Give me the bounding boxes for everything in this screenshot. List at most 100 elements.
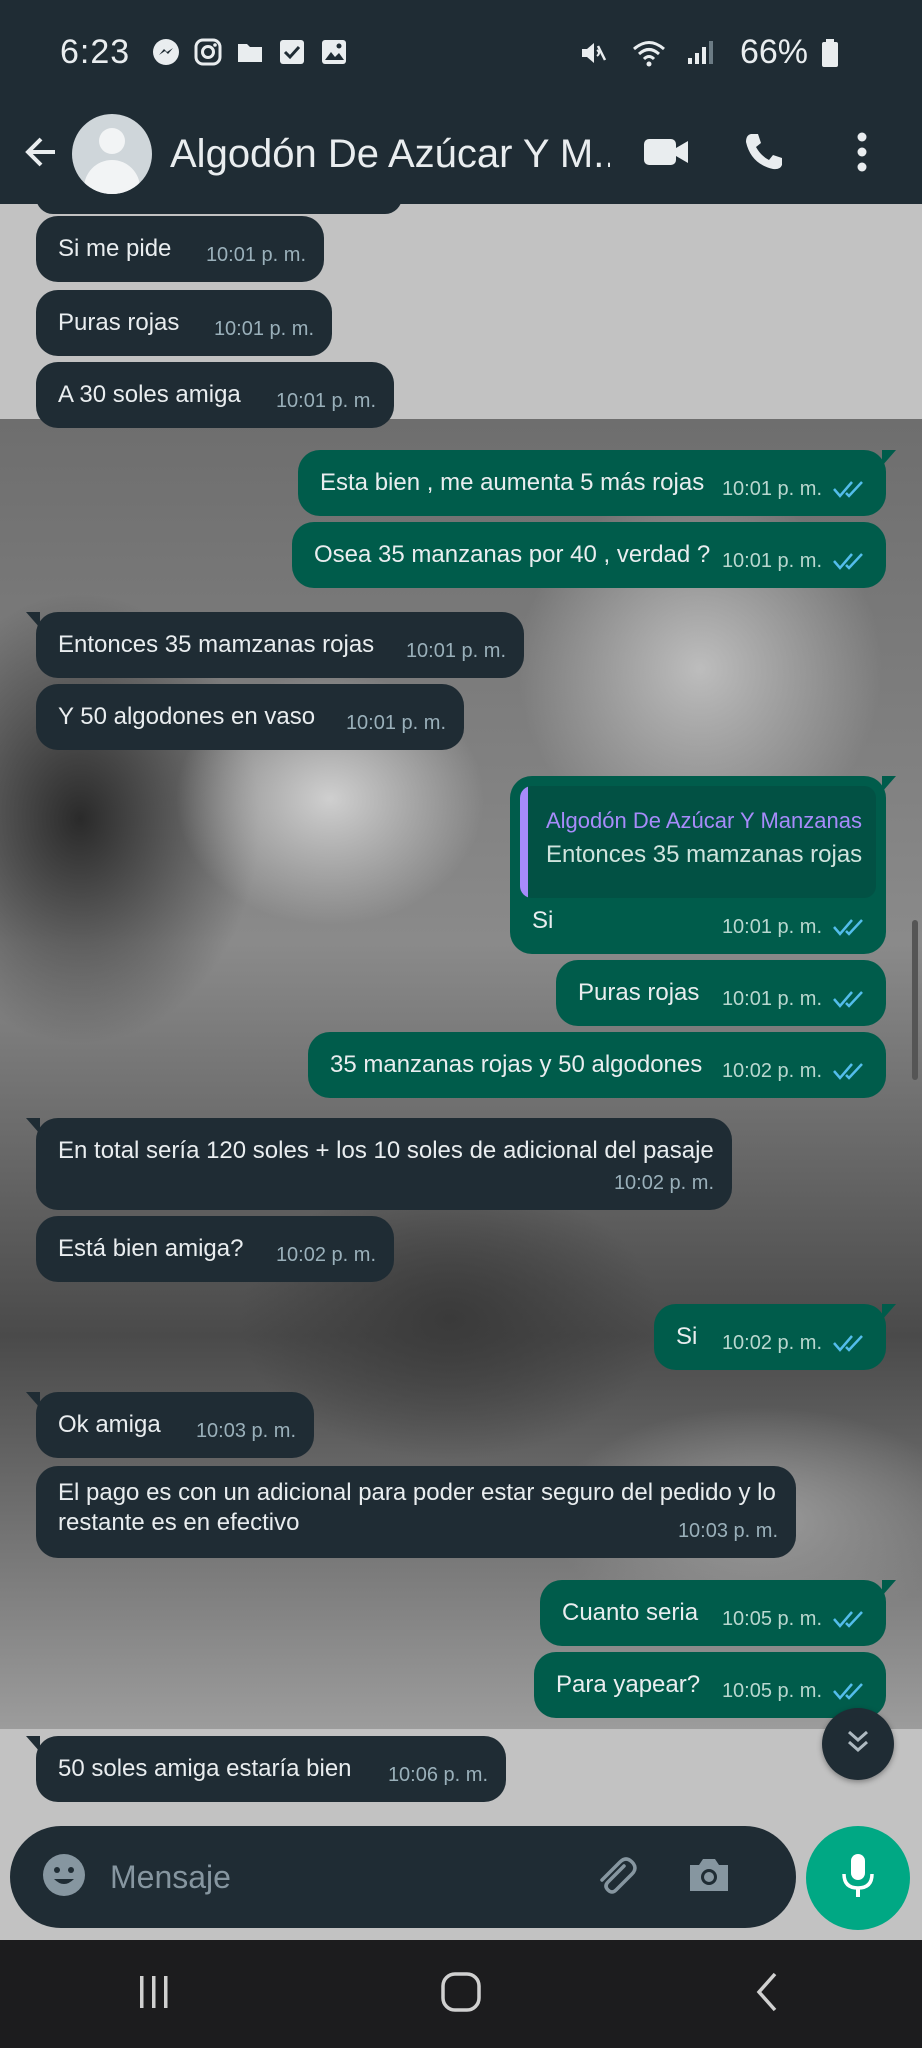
read-ticks-icon xyxy=(833,481,863,498)
battery-icon xyxy=(820,38,848,67)
message-outgoing[interactable]: Si 10:02 p. m. xyxy=(654,1304,896,1370)
message-incoming[interactable]: A 30 soles amiga 10:01 p. m. xyxy=(36,362,394,428)
message-text: Entonces 35 mamzanas rojas xyxy=(58,631,375,658)
contact-name[interactable]: Algodón De Azúcar Y M... xyxy=(170,132,610,177)
message-outgoing[interactable]: Puras rojas 10:01 p. m. xyxy=(556,960,886,1026)
emoji-button[interactable] xyxy=(34,1847,94,1907)
message-text: Cuanto seria xyxy=(562,1599,699,1626)
message-outgoing[interactable]: Cuanto seria 10:05 p. m. xyxy=(540,1580,896,1646)
message-time: 10:01 p. m. xyxy=(345,712,446,734)
message-incoming[interactable]: Ok amiga 10:03 p. m. xyxy=(26,1392,314,1458)
chat-area[interactable]: Si me pide 10:01 p. m. Puras rojas 10:01… xyxy=(0,204,922,1826)
message-composer xyxy=(10,1826,796,1928)
back-button[interactable] xyxy=(6,119,76,189)
message-text: Esta bien , me aumenta 5 más rojas xyxy=(320,469,705,496)
message-time: 10:01 p. m. xyxy=(721,916,822,938)
recents-icon xyxy=(134,1972,174,2017)
message-text: Ok amiga xyxy=(58,1411,161,1438)
message-time: 10:03 p. m. xyxy=(195,1420,296,1442)
message-incoming[interactable]: En total sería 120 soles + los 10 soles … xyxy=(26,1118,732,1210)
message-text: Osea 35 manzanas por 40 , verdad ? xyxy=(314,541,711,568)
message-incoming[interactable]: Y 50 algodones en vaso 10:01 p. m. xyxy=(36,684,464,750)
message-outgoing[interactable]: Para yapear? 10:05 p. m. xyxy=(534,1652,886,1718)
home-icon xyxy=(439,1970,483,2019)
mute-icon xyxy=(578,38,607,66)
message-time: 10:01 p. m. xyxy=(213,318,314,340)
signal-icon xyxy=(686,38,714,66)
message-time: 10:02 p. m. xyxy=(721,1332,822,1354)
read-ticks-icon xyxy=(833,1335,863,1352)
quoted-text: Entonces 35 mamzanas rojas xyxy=(546,841,863,868)
message-text: Si xyxy=(676,1323,698,1350)
message-text: Para yapear? xyxy=(556,1671,701,1698)
recents-button[interactable] xyxy=(109,1954,199,2034)
voice-call-button[interactable] xyxy=(724,114,804,194)
more-options-button[interactable] xyxy=(822,114,902,194)
message-time: 10:01 p. m. xyxy=(275,390,376,412)
video-call-icon xyxy=(643,136,689,173)
chat-header: Algodón De Azúcar Y M... xyxy=(0,104,922,204)
message-incoming[interactable]: 50 soles amiga estaría bien 10:06 p. m. xyxy=(26,1736,506,1802)
message-time: 10:05 p. m. xyxy=(721,1680,822,1702)
gallery-icon xyxy=(320,38,348,66)
phone-icon xyxy=(743,131,785,178)
battery-percentage: 66% xyxy=(739,32,808,71)
mic-icon xyxy=(838,1852,878,1905)
camera-icon xyxy=(686,1855,732,1900)
read-ticks-icon xyxy=(833,553,863,570)
message-time: 10:01 p. m. xyxy=(405,640,506,662)
back-arrow-icon xyxy=(21,132,61,177)
folder-icon xyxy=(236,38,264,66)
message-outgoing[interactable]: 35 manzanas rojas y 50 algodones 10:02 p… xyxy=(308,1032,886,1098)
message-time: 10:01 p. m. xyxy=(721,550,822,572)
read-ticks-icon xyxy=(833,1063,863,1080)
message-outgoing[interactable]: Esta bien , me aumenta 5 más rojas 10:01… xyxy=(298,450,896,516)
message-time: 10:01 p. m. xyxy=(721,988,822,1010)
message-text-line1: El pago es con un adicional para poder e… xyxy=(58,1479,776,1506)
message-outgoing[interactable]: Osea 35 manzanas por 40 , verdad ? 10:01… xyxy=(292,522,886,588)
emoji-icon xyxy=(41,1852,87,1903)
message-input[interactable] xyxy=(110,1858,570,1896)
read-ticks-icon xyxy=(833,991,863,1008)
wifi-icon xyxy=(632,38,665,67)
system-navigation-bar xyxy=(0,1940,922,2048)
message-time: 10:03 p. m. xyxy=(677,1520,778,1542)
video-call-button[interactable] xyxy=(626,114,706,194)
nav-back-icon xyxy=(753,1970,783,2019)
nav-back-button[interactable] xyxy=(723,1954,813,2034)
home-button[interactable] xyxy=(416,1954,506,2034)
message-time: 10:02 p. m. xyxy=(613,1172,714,1194)
message-text: Está bien amiga? xyxy=(58,1235,244,1262)
message-incoming[interactable]: Si me pide 10:01 p. m. xyxy=(36,216,324,282)
checkbox-icon xyxy=(278,38,306,66)
message-text: Puras rojas xyxy=(58,309,180,336)
message-text: Y 50 algodones en vaso xyxy=(58,703,316,730)
message-incoming[interactable]: Entonces 35 mamzanas rojas 10:01 p. m. xyxy=(26,612,524,678)
attach-button[interactable] xyxy=(580,1842,650,1912)
avatar[interactable] xyxy=(72,114,152,194)
message-incoming[interactable]: Está bien amiga? 10:02 p. m. xyxy=(36,1216,394,1282)
message-text: En total sería 120 soles + los 10 soles … xyxy=(58,1137,714,1164)
message-outgoing-reply[interactable]: Algodón De Azúcar Y Manzanas Entonces 35… xyxy=(510,776,896,954)
message-time: 10:02 p. m. xyxy=(721,1060,822,1082)
quoted-message[interactable]: Algodón De Azúcar Y Manzanas Entonces 35… xyxy=(520,786,876,898)
scrollbar[interactable] xyxy=(912,920,918,1080)
camera-button[interactable] xyxy=(674,1842,744,1912)
message-time: 10:02 p. m. xyxy=(275,1244,376,1266)
message-text: Si me pide xyxy=(58,235,172,262)
message-incoming[interactable]: El pago es con un adicional para poder e… xyxy=(36,1466,796,1558)
read-ticks-icon xyxy=(833,919,863,936)
attach-icon xyxy=(592,1852,638,1903)
instagram-icon xyxy=(194,38,222,66)
double-chevron-down-icon xyxy=(842,1726,874,1763)
voice-message-button[interactable] xyxy=(806,1826,910,1930)
message-time: 10:01 p. m. xyxy=(205,244,306,266)
scroll-to-bottom-button[interactable] xyxy=(822,1708,894,1780)
message-text-line2: restante es en efectivo xyxy=(58,1509,300,1536)
message-incoming[interactable]: Puras rojas 10:01 p. m. xyxy=(36,290,332,356)
quoted-author: Algodón De Azúcar Y Manzanas xyxy=(546,808,862,833)
more-options-icon xyxy=(856,132,868,177)
messenger-icon xyxy=(152,38,180,66)
status-time: 6:23 xyxy=(60,32,131,71)
message-bubble-partial[interactable] xyxy=(36,204,402,214)
